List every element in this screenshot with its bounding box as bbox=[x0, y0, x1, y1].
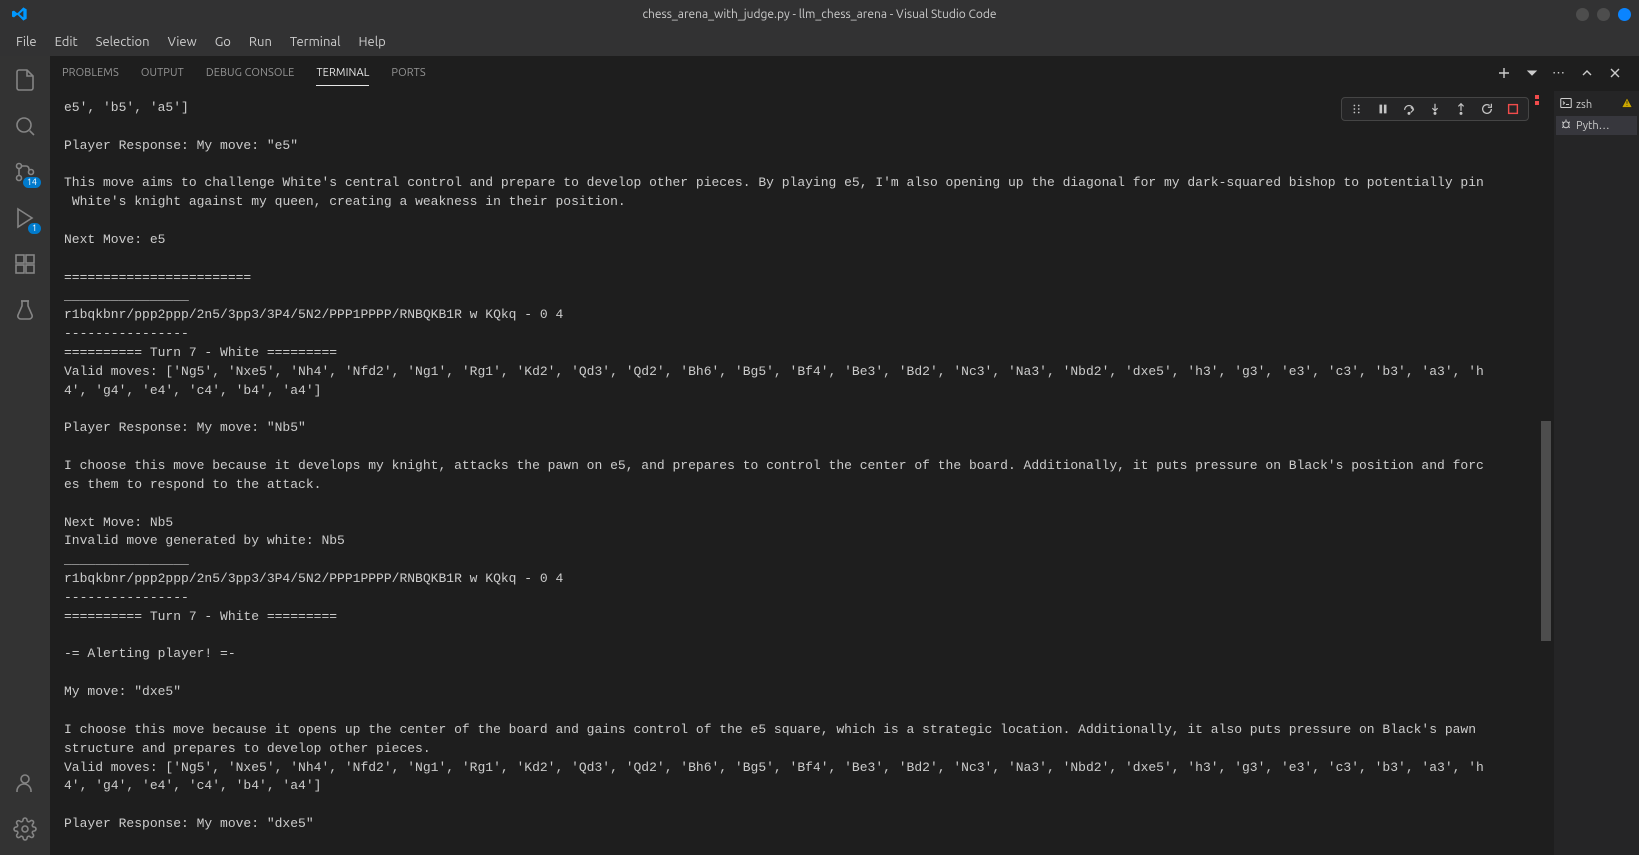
step-into-icon[interactable] bbox=[1428, 102, 1442, 116]
menu-view[interactable]: View bbox=[160, 33, 205, 51]
tab-terminal[interactable]: TERMINAL bbox=[316, 61, 369, 86]
menu-edit[interactable]: Edit bbox=[47, 33, 86, 51]
grip-icon[interactable] bbox=[1350, 102, 1364, 116]
window-title: chess_arena_with_judge.py - llm_chess_ar… bbox=[642, 8, 996, 21]
panel-more-icon[interactable]: ⋯ bbox=[1552, 66, 1567, 81]
explorer-icon[interactable] bbox=[11, 66, 39, 94]
new-terminal-button[interactable] bbox=[1496, 65, 1512, 81]
accounts-icon[interactable] bbox=[11, 769, 39, 797]
restart-icon[interactable] bbox=[1480, 102, 1494, 116]
source-control-icon[interactable]: 14 bbox=[11, 158, 39, 186]
window-minimize-button[interactable] bbox=[1576, 8, 1589, 21]
tab-problems[interactable]: PROBLEMS bbox=[62, 61, 119, 85]
maximize-panel-icon[interactable] bbox=[1579, 65, 1595, 81]
menu-bar: File Edit Selection View Go Run Terminal… bbox=[0, 28, 1639, 56]
terminal-entry-python[interactable]: Pyth… bbox=[1556, 116, 1637, 135]
stop-icon[interactable] bbox=[1506, 102, 1520, 116]
title-bar: chess_arena_with_judge.py - llm_chess_ar… bbox=[0, 0, 1639, 28]
close-panel-icon[interactable] bbox=[1607, 65, 1623, 81]
tab-output[interactable]: OUTPUT bbox=[141, 61, 184, 85]
warning-icon bbox=[1621, 97, 1633, 112]
menu-go[interactable]: Go bbox=[207, 33, 239, 51]
debug-icon bbox=[1560, 118, 1572, 133]
terminal-split-dropdown-icon[interactable] bbox=[1524, 65, 1540, 81]
settings-gear-icon[interactable] bbox=[11, 815, 39, 843]
activity-bar: 14 1 bbox=[0, 56, 50, 855]
run-debug-icon[interactable]: 1 bbox=[11, 204, 39, 232]
terminal-scrollbar[interactable] bbox=[1539, 91, 1551, 855]
testing-icon[interactable] bbox=[11, 296, 39, 324]
vscode-logo-icon bbox=[12, 6, 28, 22]
window-maximize-button[interactable] bbox=[1597, 8, 1610, 21]
scm-badge: 14 bbox=[23, 177, 41, 188]
tab-ports[interactable]: PORTS bbox=[391, 61, 425, 85]
menu-selection[interactable]: Selection bbox=[88, 33, 158, 51]
menu-terminal[interactable]: Terminal bbox=[282, 33, 349, 51]
panel-tab-bar: PROBLEMS OUTPUT DEBUG CONSOLE TERMINAL P… bbox=[50, 56, 1639, 91]
menu-help[interactable]: Help bbox=[350, 33, 393, 51]
terminal-label: zsh bbox=[1576, 99, 1592, 111]
step-out-icon[interactable] bbox=[1454, 102, 1468, 116]
terminal-label: Pyth… bbox=[1576, 120, 1610, 132]
extensions-icon[interactable] bbox=[11, 250, 39, 278]
terminal-entry-zsh[interactable]: zsh bbox=[1556, 95, 1637, 114]
terminal-output[interactable]: e5', 'b5', 'a5'] Player Response: My mov… bbox=[50, 91, 1553, 855]
terminal-icon bbox=[1560, 97, 1572, 112]
window-close-button[interactable] bbox=[1618, 8, 1631, 21]
debug-badge: 1 bbox=[28, 223, 41, 234]
tab-debug-console[interactable]: DEBUG CONSOLE bbox=[206, 61, 295, 85]
pause-icon[interactable] bbox=[1376, 102, 1390, 116]
step-over-icon[interactable] bbox=[1402, 102, 1416, 116]
terminal-run-toolbar bbox=[1341, 97, 1529, 121]
terminal-list: zsh Pyth… bbox=[1553, 91, 1639, 855]
menu-file[interactable]: File bbox=[8, 33, 45, 51]
search-icon[interactable] bbox=[11, 112, 39, 140]
menu-run[interactable]: Run bbox=[241, 33, 280, 51]
